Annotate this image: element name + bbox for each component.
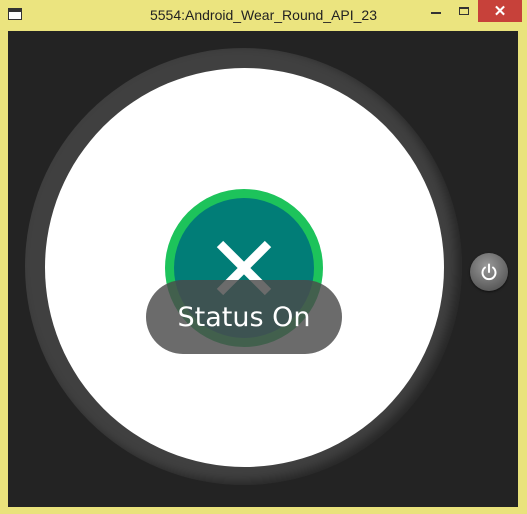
close-button[interactable]: ✕ <box>478 0 522 22</box>
watch-face[interactable]: Status On <box>45 68 444 467</box>
status-toast: Status On <box>146 280 342 354</box>
title-bar[interactable]: 5554:Android_Wear_Round_API_23 ✕ <box>0 0 527 30</box>
toast-text: Status On <box>177 301 311 333</box>
maximize-icon <box>459 7 469 15</box>
power-icon <box>481 263 497 281</box>
minimize-button[interactable] <box>422 0 450 22</box>
close-icon: ✕ <box>493 3 507 20</box>
minimize-icon <box>431 12 441 14</box>
maximize-button[interactable] <box>450 0 478 22</box>
emulator-screen: Status On <box>8 31 518 507</box>
emulator-window: 5554:Android_Wear_Round_API_23 ✕ Status … <box>0 0 527 514</box>
power-button[interactable] <box>470 253 508 291</box>
